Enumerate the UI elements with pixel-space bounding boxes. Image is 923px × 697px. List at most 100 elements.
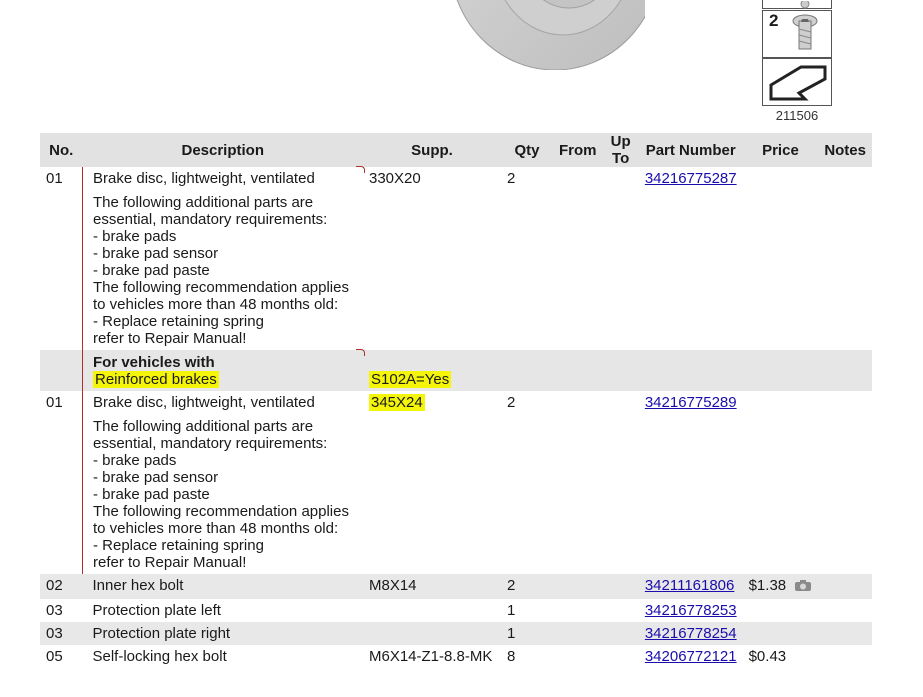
row-number: 01 [46,394,63,411]
row-part-number: 34216778253 [639,599,743,622]
condition-code: S102A=Yes [369,371,452,388]
row-supp [363,622,501,645]
row-supp: M6X14-Z1-8.8-MK [369,648,493,665]
part-number-link[interactable]: 34206772121 [645,648,737,665]
note-line: to vehicles more than 48 months old: [93,296,339,313]
arrow-thumbnail [762,58,832,106]
row-price [742,622,819,645]
condition-code-cell: S102A=Yes [363,350,501,391]
row-description: Brake disc, lightweight, ventilated The … [82,391,363,574]
row-number: 05 [46,648,63,665]
note-line: - brake pad sensor [93,469,219,486]
row-qty: 2 [507,394,516,411]
note-line: refer to Repair Manual! [93,330,247,347]
table-row: 03 Protection plate left 1 34216778253 [40,599,872,622]
col-notes: Notes [818,133,872,167]
condition-row: For vehicles with Reinforced brakes S102… [40,349,872,391]
row-number: 03 [46,602,63,619]
row-qty: 8 [507,648,516,665]
row-notes [818,167,872,350]
row-price: $0.43 [748,648,787,665]
row-part-number: 34216775287 [639,167,743,350]
row-part-number: 34206772121 [639,645,743,668]
row-qty: 1 [501,622,553,645]
note-line: The following additional parts are [93,194,314,211]
row-price [743,599,819,622]
note-line: essential, mandatory requirements: [93,211,328,228]
note-line: essential, mandatory requirements: [93,435,328,452]
row-part-number: 34211161806 [638,574,743,599]
row-supp: 330X20 [369,170,421,187]
row-description: Protection plate right [82,622,363,645]
note-line: The following additional parts are [93,418,314,435]
col-part-number: Part Number [638,133,743,167]
row-notes [818,391,872,574]
col-from: From [553,133,603,167]
table-row: 03 Protection plate right 1 34216778254 [40,622,872,645]
brake-disc-illustration [445,0,645,70]
part-title: Brake disc, lightweight, ventilated [93,170,315,187]
table-row: 01 Brake disc, lightweight, ventilated T… [40,391,872,574]
part-number-link[interactable]: 34216778253 [645,602,737,619]
note-line: - brake pad paste [93,486,210,503]
part-number-link[interactable]: 34211161806 [645,577,735,594]
row-part-number: 34216775289 [639,391,743,574]
table-row: 05 Self-locking hex bolt M6X14-Z1-8.8-MK… [40,645,872,668]
note-line: refer to Repair Manual! [93,554,247,571]
row-qty: 1 [507,602,516,619]
row-upto [603,391,639,574]
col-price: Price [742,133,819,167]
row-upto [603,167,639,350]
note-line: The following recommendation applies [93,503,349,520]
table-header-row: No. Description Supp. Qty From Up To Par… [40,133,872,167]
parts-table: No. Description Supp. Qty From Up To Par… [40,133,872,668]
row-number: 03 [40,622,83,645]
row-price [743,391,819,574]
row-number: 02 [40,574,83,599]
figure-caption: 211506 [775,108,819,123]
part-number-link[interactable]: 34216775287 [645,170,737,187]
bolt-thumbnail: 2 [762,10,832,58]
note-line: to vehicles more than 48 months old: [93,520,339,537]
part-number-link[interactable]: 34216778254 [645,625,737,642]
camera-icon[interactable] [794,578,812,596]
condition-description: For vehicles with Reinforced brakes [82,349,365,391]
part-title: Brake disc, lightweight, ventilated [93,394,315,411]
part-number-link[interactable]: 34216775289 [645,394,737,411]
strip-box-top [762,0,832,9]
row-supp-cell: 345X24 [363,391,501,574]
arrow-icon [769,65,827,101]
row-part-number: 34216778254 [638,622,743,645]
row-description: Inner hex bolt [82,574,363,599]
note-line: - brake pad paste [93,262,210,279]
price-value: $1.38 [748,577,787,594]
row-supp [363,599,501,622]
condition-option: Reinforced brakes [93,371,219,388]
note-line: - brake pads [93,228,177,245]
col-no: No. [40,133,83,167]
row-number: 01 [46,170,63,187]
table-row: 02 Inner hex bolt M8X14 2 34211161806 $1… [40,574,872,599]
col-upto: Up To [602,133,639,167]
note-line: - brake pads [93,452,177,469]
row-from [553,391,603,574]
row-supp: 345X24 [369,394,425,411]
row-description: Brake disc, lightweight, ventilated The … [82,166,365,350]
row-price: $1.38 [742,574,819,599]
row-from [553,167,603,350]
parts-legend-strip: 2 [762,0,832,106]
row-price [743,167,819,350]
strip-number: 2 [769,11,779,30]
note-line: - brake pad sensor [93,245,219,262]
condition-heading: For vehicles with [93,354,215,371]
row-qty: 2 [501,574,553,599]
row-supp: M8X14 [363,574,501,599]
row-description: Self-locking hex bolt [92,648,227,665]
note-line: - Replace retaining spring [93,537,264,554]
row-description: Protection plate left [92,602,221,619]
note-line: The following recommendation applies [93,279,349,296]
note-line: - Replace retaining spring [93,313,264,330]
col-qty: Qty [501,133,553,167]
col-supp: Supp. [363,133,501,167]
table-row: 01 Brake disc, lightweight, ventilated T… [40,166,872,350]
